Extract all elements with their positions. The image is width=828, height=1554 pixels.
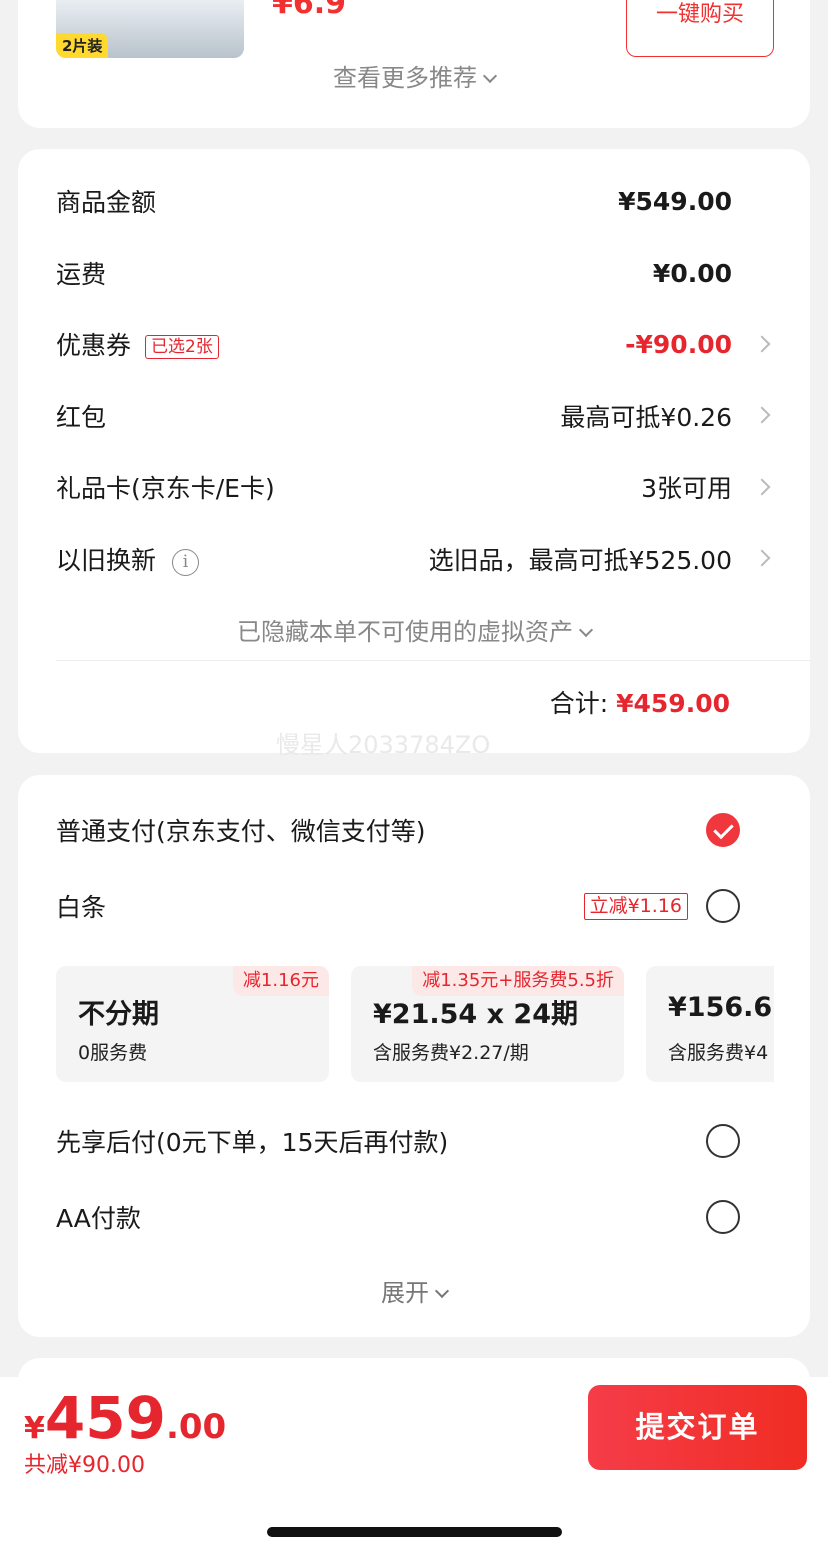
price-decimal: .00 xyxy=(165,1407,227,1447)
chevron-down-icon xyxy=(578,622,594,638)
aa-pay-label: AA付款 xyxy=(56,1204,141,1233)
currency-symbol: ¥ xyxy=(24,1411,45,1446)
redpacket-label: 红包 xyxy=(56,403,107,432)
goods-amount-row: 商品金额 ¥549.00 xyxy=(56,181,732,221)
tradein-label: 以旧换新 xyxy=(56,546,157,575)
price-integer: 459 xyxy=(44,1384,166,1452)
tradein-chevron-right-icon[interactable] xyxy=(753,549,771,567)
one-click-buy-button[interactable]: 一键购买 xyxy=(626,0,774,57)
home-indicator[interactable] xyxy=(267,1527,562,1537)
redpacket-chevron-right-icon[interactable] xyxy=(753,406,771,424)
see-more-recommendations[interactable]: 查看更多推荐 xyxy=(18,62,810,94)
giftcard-label: 礼品卡(京东卡/E卡) xyxy=(56,474,275,503)
baitiao-label: 白条 xyxy=(56,893,107,922)
expand-label: 展开 xyxy=(381,1279,429,1307)
radio-icon[interactable] xyxy=(706,889,740,923)
expand-payment-options[interactable]: 展开 xyxy=(18,1273,810,1308)
pay-later-label: 先享后付(0元下单，15天后再付款) xyxy=(56,1128,449,1157)
payment-option-baitiao[interactable]: 白条 立减¥1.16 xyxy=(56,886,740,926)
checkout-bar: ¥459.00 共减¥90.00 提交订单 xyxy=(0,1377,828,1482)
hidden-assets-toggle[interactable]: 已隐藏本单不可使用的虚拟资产 xyxy=(18,612,810,647)
goods-amount-label: 商品金额 xyxy=(56,188,157,217)
giftcard-chevron-right-icon[interactable] xyxy=(753,478,771,496)
baitiao-promo-badge: 立减¥1.16 xyxy=(583,892,688,920)
payment-option-pay-later[interactable]: 先享后付(0元下单，15天后再付款) xyxy=(56,1121,740,1161)
installment-plan[interactable]: 减1.35元+服务费5.5折 ¥21.54 x 24期 含服务费¥2.27/期 xyxy=(351,966,624,1082)
tradein-row[interactable]: 以旧换新 i 选旧品，最高可抵¥525.00 xyxy=(56,539,732,579)
plan-title: 不分期 xyxy=(78,999,159,1030)
plan-fee: 0服务费 xyxy=(78,1042,148,1064)
recommendation-card: 2片装 ¥6.9 一键购买 查看更多推荐 xyxy=(18,0,810,128)
normal-pay-label: 普通支付(京东支付、微信支付等) xyxy=(56,817,426,846)
total-label: 合计: xyxy=(549,689,609,718)
checked-radio-icon[interactable] xyxy=(706,813,740,847)
shipping-row: 运费 ¥0.00 xyxy=(56,253,732,293)
shipping-label: 运费 xyxy=(56,260,107,289)
product-pack-tag: 2片装 xyxy=(56,33,109,58)
installment-plan[interactable]: 减1.16元 不分期 0服务费 xyxy=(56,966,329,1082)
product-thumbnail[interactable]: 2片装 xyxy=(56,0,244,58)
payment-option-normal[interactable]: 普通支付(京东支付、微信支付等) xyxy=(56,810,740,850)
coupon-label: 优惠券 xyxy=(56,331,132,360)
plan-title: ¥156.67 xyxy=(668,992,774,1023)
coupon-row[interactable]: 优惠券 已选2张 -¥90.00 xyxy=(56,324,732,364)
order-summary-card: 商品金额 ¥549.00 运费 ¥0.00 优惠券 已选2张 -¥90.00 红包… xyxy=(18,149,810,759)
coupon-value: -¥90.00 xyxy=(625,329,732,359)
goods-amount-value: ¥549.00 xyxy=(618,186,732,216)
plan-discount-tag: 减1.16元 xyxy=(232,966,329,996)
coupon-selected-badge: 已选2张 xyxy=(145,335,219,359)
chevron-down-icon xyxy=(482,68,498,84)
radio-icon[interactable] xyxy=(706,1200,740,1234)
plan-title: ¥21.54 x 24期 xyxy=(373,999,578,1030)
installment-plan[interactable]: ¥156.67 含服务费¥4 xyxy=(646,966,774,1082)
redpacket-row[interactable]: 红包 最高可抵¥0.26 xyxy=(56,396,732,436)
see-more-label: 查看更多推荐 xyxy=(333,64,477,92)
plan-fee: 含服务费¥4 xyxy=(668,1042,769,1064)
coupon-chevron-right-icon[interactable] xyxy=(753,335,771,353)
giftcard-row[interactable]: 礼品卡(京东卡/E卡) 3张可用 xyxy=(56,467,732,507)
chevron-down-icon xyxy=(434,1283,450,1299)
home-indicator-area xyxy=(0,1482,828,1554)
product-price: ¥6.9 xyxy=(272,0,347,21)
giftcard-value: 3张可用 xyxy=(641,474,732,503)
payment-method-card: 普通支付(京东支付、微信支付等) 白条 立减¥1.16 减1.16元 不分期 0… xyxy=(18,775,810,1337)
watermark: 慢星人2033784ZO xyxy=(276,731,491,759)
radio-icon[interactable] xyxy=(706,1124,740,1158)
payment-option-aa[interactable]: AA付款 xyxy=(56,1197,740,1237)
info-icon[interactable]: i xyxy=(172,548,200,576)
hidden-assets-label: 已隐藏本单不可使用的虚拟资产 xyxy=(237,618,573,646)
redpacket-value: 最高可抵¥0.26 xyxy=(560,403,732,432)
total-value: ¥459.00 xyxy=(616,689,730,718)
tradein-value: 选旧品，最高可抵¥525.00 xyxy=(428,546,732,575)
plan-fee: 含服务费¥2.27/期 xyxy=(373,1042,529,1064)
shipping-value: ¥0.00 xyxy=(652,258,732,288)
submit-order-button[interactable]: 提交订单 xyxy=(588,1385,807,1470)
total-saved: 共减¥90.00 xyxy=(24,1453,145,1478)
installment-plans[interactable]: 减1.16元 不分期 0服务费 减1.35元+服务费5.5折 ¥21.54 x … xyxy=(56,966,774,1082)
order-total: 合计: ¥459.00 xyxy=(550,684,730,720)
divider xyxy=(56,660,810,661)
